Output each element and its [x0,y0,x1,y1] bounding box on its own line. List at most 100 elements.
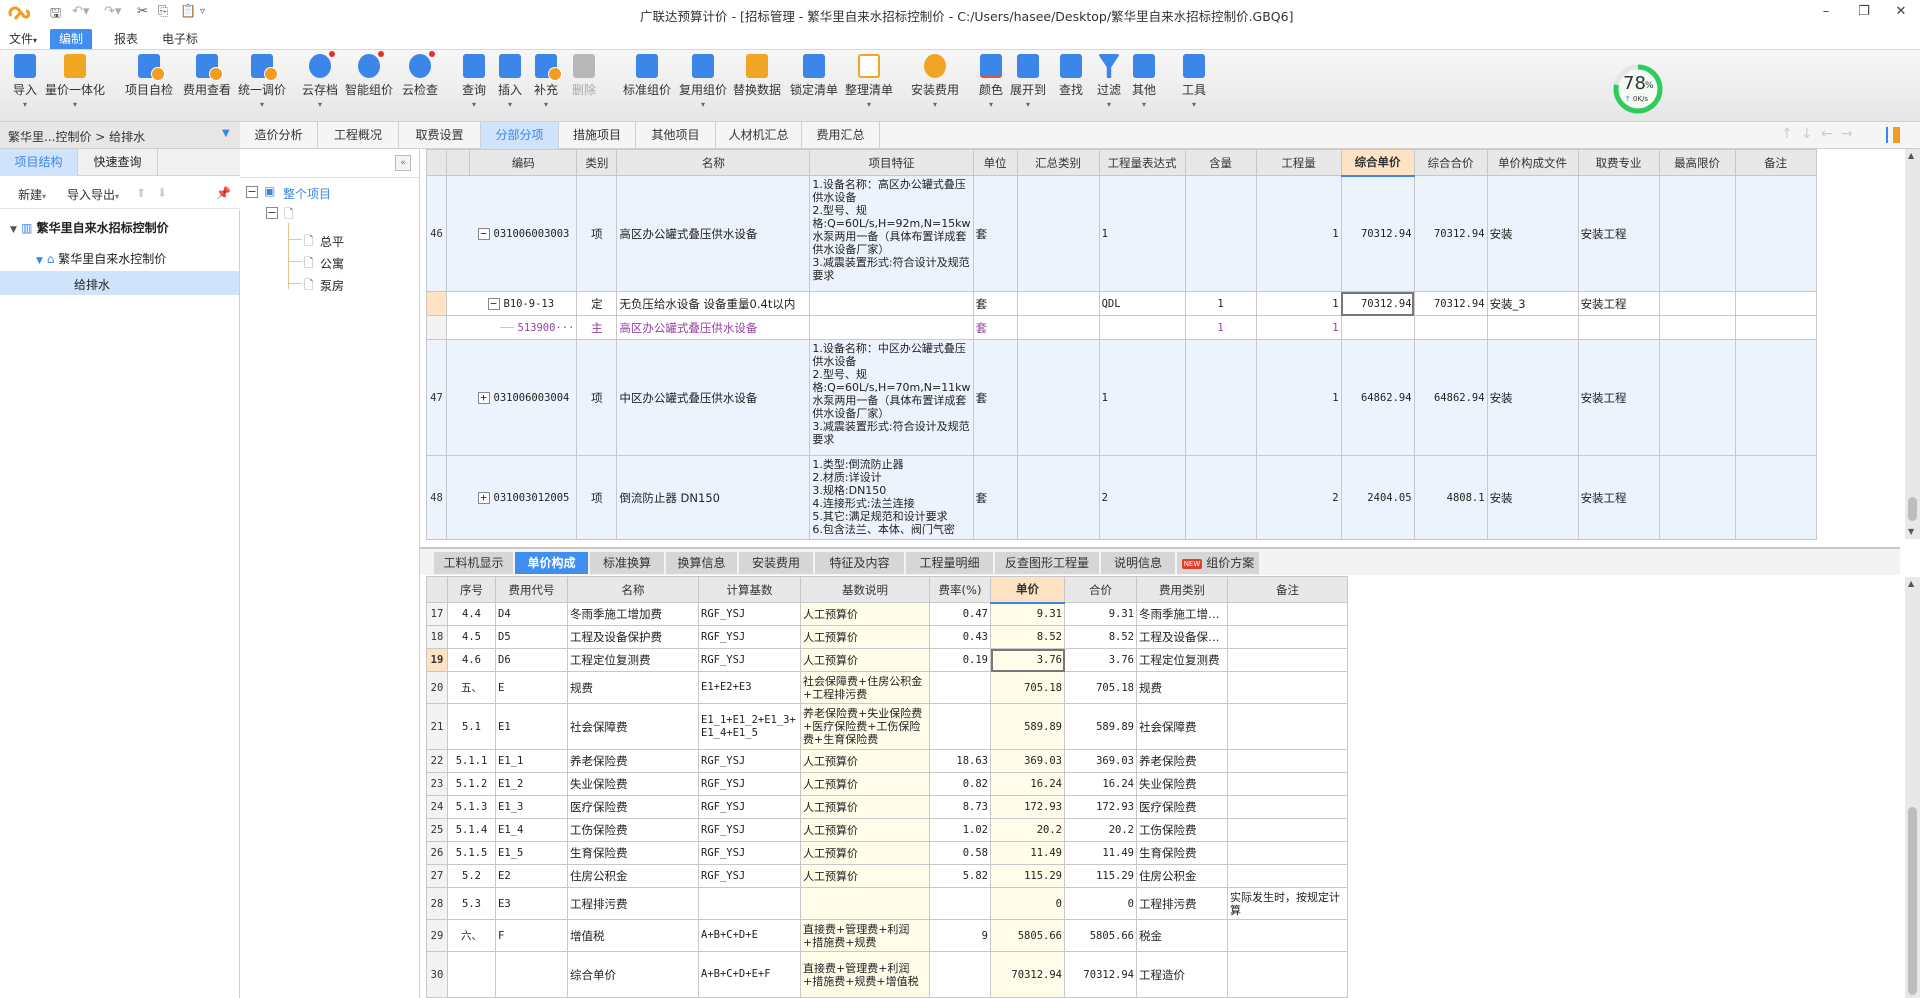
tab-pricing-plan[interactable]: NEW 组价方案 [1177,552,1260,574]
fee-major-cell[interactable]: 安装工程 [1577,339,1660,456]
remark-cell[interactable] [1227,841,1348,865]
base-cell[interactable]: A+B+C+D+E+F [698,951,801,998]
remark-cell[interactable] [1227,919,1348,952]
total-cell[interactable]: 11.49 [1064,841,1137,865]
base-cell[interactable]: RGF_YSJ [698,841,801,865]
tab-graphic-quantity[interactable]: 反查图形工程量 [995,552,1100,574]
max-price-cell[interactable] [1658,291,1736,316]
fee-category-cell[interactable]: 生育保险费 [1136,841,1228,865]
fee-category-cell[interactable]: 税金 [1136,919,1228,952]
fee-code-cell[interactable]: E1_4 [495,818,568,842]
feature-cell[interactable] [809,315,974,340]
table-row[interactable]: 22 5.1.1 E1_1 养老保险费 RGF_YSJ 人工预算价 18.63 369.03 3… [426,749,1348,773]
cloud-check-button[interactable]: 云检查 [400,51,440,120]
col-price[interactable]: 单价 [990,576,1065,604]
name-cell[interactable]: 社会保障费 [567,703,699,750]
table-row[interactable]: 23 5.1.2 E1_2 失业保险费 RGF_YSJ 人工预算价 0.82 16.24 16.… [426,772,1348,796]
rate-cell[interactable] [929,703,991,750]
feature-cell[interactable]: 1.设备名称：高区办公罐式叠压供水设备 2.型号、规格:Q=60L/s,H=92… [809,175,974,292]
table-row[interactable]: 513900··· 主高区办公罐式叠压供水设备 套 1 1 [426,315,1817,340]
price-cell[interactable]: 705.18 [990,671,1065,704]
copy-icon[interactable]: ⎘ [158,4,168,22]
price-cell[interactable]: 70312.94 [990,951,1065,998]
cut-icon[interactable]: ✂ [137,4,148,22]
menu-e-bid[interactable]: 电子标 [156,29,204,49]
code-cell[interactable]: +031003012005 [469,455,578,540]
tab-conversion-info[interactable]: 换算信息 [666,552,738,574]
tab-quick-query[interactable]: 快速查询 [78,149,158,176]
name-cell[interactable]: 规费 [567,671,699,704]
fee-category-cell[interactable]: 社会保障费 [1136,703,1228,750]
cloud-archive-button[interactable]: 云存档 ▾ [300,51,340,120]
base-cell[interactable]: RGF_YSJ [698,864,801,888]
tree-item-apartment[interactable]: 公寓 [320,255,344,272]
remark-cell[interactable] [1227,703,1348,750]
base-desc-cell[interactable]: 人工预算价 [800,749,930,773]
tab-cost-analysis[interactable]: 造价分析 [240,122,318,149]
table-row[interactable]: 24 5.1.3 E1_3 医疗保险费 RGF_YSJ 人工预算价 8.73 172.93 17… [426,795,1348,819]
col-unit[interactable]: 单位 [972,149,1018,176]
max-price-cell[interactable] [1658,175,1736,292]
sum-type-cell[interactable] [1016,175,1100,292]
row-number[interactable]: 47 [426,339,447,456]
code-cell[interactable]: −031006003003 [469,175,578,292]
total-cell[interactable]: 9.31 [1064,602,1137,626]
table-row[interactable]: 29 六、 F 增值税 A+B+C+D+E 直接费+管理费+利润+措施费+规费 9 5805.… [426,919,1348,952]
col-unit-price[interactable]: 综合单价 [1340,149,1415,177]
base-desc-cell[interactable]: 人工预算价 [800,602,930,626]
total-price-cell[interactable] [1413,315,1488,340]
col-name[interactable]: 名称 [567,576,699,603]
seq-cell[interactable]: 4.5 [447,625,496,649]
table-row[interactable]: 17 4.4 D4 冬雨季施工增加费 RGF_YSJ 人工预算价 0.47 9.31 9.31 冬… [426,602,1348,626]
total-cell[interactable]: 20.2 [1064,818,1137,842]
unit-cell[interactable]: 套 [972,175,1018,292]
seq-cell[interactable]: 5.2 [447,864,496,888]
remark-cell[interactable] [1227,951,1348,998]
name-cell[interactable]: 倒流防止器 DN150 [616,455,811,540]
rate-cell[interactable]: 8.73 [929,795,991,819]
base-desc-cell[interactable]: 直接费+管理费+利润+措施费+规费+增值税 [800,951,930,998]
fee-code-cell[interactable]: E3 [495,887,568,920]
move-left-icon[interactable]: ← [1821,126,1833,142]
seq-cell[interactable]: 5.1 [447,703,496,750]
upper-grid-scrollbar[interactable]: ▲ ▼ [1905,149,1920,539]
col-fee-category[interactable]: 费用类别 [1136,576,1228,603]
base-desc-cell[interactable]: 社会保障费+住房公积金+工程排污费 [800,671,930,704]
minimize-button[interactable]: – [1815,4,1837,22]
col-quantity[interactable]: 工程量 [1255,149,1342,176]
fee-code-cell[interactable]: E1_5 [495,841,568,865]
quantity-cell[interactable]: 1 [1255,315,1342,340]
table-row[interactable]: 25 5.1.4 E1_4 工伤保险费 RGF_YSJ 人工预算价 1.02 20.2 20.2… [426,818,1348,842]
tree-item-zongping[interactable]: 总平 [320,233,344,250]
fee-category-cell[interactable]: 失业保险费 [1136,772,1228,796]
price-file-cell[interactable] [1486,315,1579,340]
organize-list-button[interactable]: 整理清单 ▾ [844,54,894,120]
base-cell[interactable]: RGF_YSJ [698,749,801,773]
unit-cell[interactable]: 套 [972,315,1018,340]
sum-type-cell[interactable] [1016,339,1100,456]
remark-cell[interactable] [1227,864,1348,888]
row-number[interactable]: 29 [426,919,448,952]
row-number[interactable]: 24 [426,795,448,819]
tree-item-single-project[interactable]: ▼ ⌂ 繁华里自来水控制价 [36,250,166,267]
total-cell[interactable]: 5805.66 [1064,919,1137,952]
fee-category-cell[interactable]: 工程排污费 [1136,887,1228,920]
fee-code-cell[interactable]: E2 [495,864,568,888]
col-base[interactable]: 计算基数 [698,576,801,603]
table-row[interactable]: 46−031006003003 项高区办公罐式叠压供水设备 1.设备名称：高区办公罐… [426,175,1817,292]
row-number[interactable]: 27 [426,864,448,888]
total-cell[interactable]: 3.76 [1064,648,1137,672]
table-row[interactable]: 30 综合单价 A+B+C+D+E+F 直接费+管理费+利润+措施费+规费+增值税 70… [426,951,1348,998]
max-price-cell[interactable] [1658,339,1736,456]
table-row[interactable]: 26 5.1.5 E1_5 生育保险费 RGF_YSJ 人工预算价 0.58 11.49 11.… [426,841,1348,865]
tab-feature-content[interactable]: 特征及内容 [815,552,905,574]
total-cell[interactable]: 115.29 [1064,864,1137,888]
tab-description[interactable]: 说明信息 [1101,552,1176,574]
fee-code-cell[interactable] [495,951,568,998]
new-button[interactable]: 新建▾ [18,186,46,203]
type-cell[interactable]: 项 [576,455,618,540]
tab-sub-items[interactable]: 分部分项 [481,122,559,149]
expr-cell[interactable]: 2 [1098,455,1186,540]
total-cell[interactable]: 589.89 [1064,703,1137,750]
base-desc-cell[interactable]: 人工预算价 [800,625,930,649]
